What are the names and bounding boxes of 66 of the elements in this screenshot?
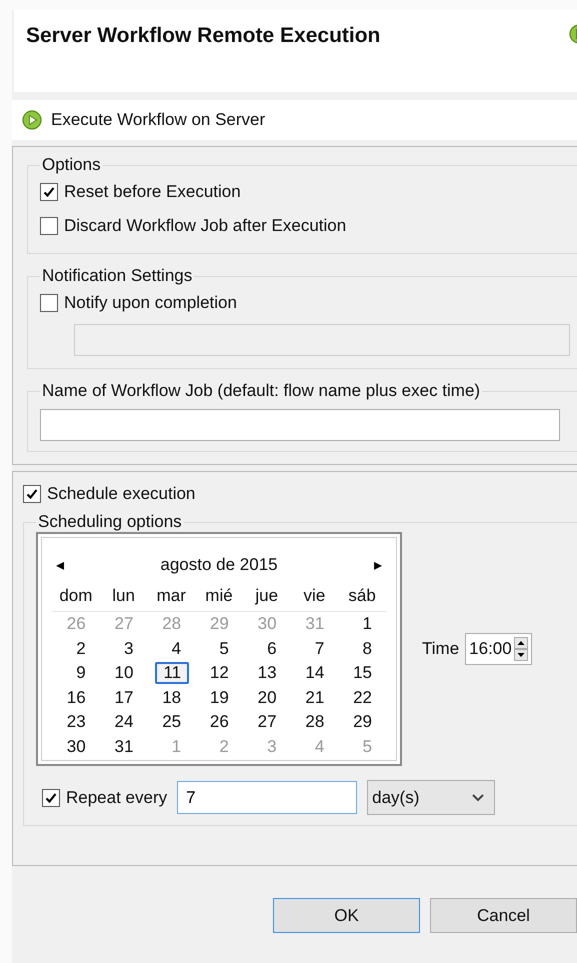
dialog-button[interactable]: Cancel [430,898,577,933]
calendar-day[interactable]: 14 [297,662,332,684]
calendar-day[interactable]: 28 [297,711,332,734]
calendar-day[interactable]: 13 [250,662,285,684]
calendar-day[interactable]: 4 [164,638,190,660]
calendar-day[interactable]: 11 [155,662,190,684]
checkbox[interactable] [42,788,60,806]
calendar-day[interactable]: 18 [154,686,190,709]
weekday-label: mié [204,586,234,607]
group-title: Options [41,155,102,175]
weekday-label: mar [156,586,187,607]
job-name-field[interactable] [40,409,560,441]
calendar-day[interactable]: 19 [202,686,237,709]
group-title: Name of Workflow Job (default: flow name plus exec time) [41,381,482,401]
calendar-day[interactable]: 3 [116,638,142,660]
weekday-label: sáb [347,586,377,607]
execute-link[interactable]: Execute Workflow on Server [22,110,266,130]
next-month-button[interactable]: ▸ [370,555,386,575]
checkbox-label: Schedule execution [47,484,196,504]
calendar-day[interactable]: 16 [58,686,94,709]
calendar-day[interactable]: 17 [106,686,142,709]
calendar-day[interactable]: 30 [58,736,94,758]
calendar-day[interactable]: 6 [259,638,285,660]
spinner-arrows-icon [514,637,528,661]
checkbox[interactable] [40,217,58,235]
previous-month-button[interactable]: ◂ [52,555,68,575]
weekday-label: vie [302,586,326,607]
checkbox-label: Reset before Execution [64,182,241,202]
calendar-day[interactable]: 26 [202,711,237,734]
repeat-interval-field[interactable]: 7 [177,781,358,814]
calendar-day[interactable]: 22 [345,686,380,709]
calendar-day[interactable]: 23 [58,711,94,734]
chevron-down-icon [472,794,484,802]
dialog-button[interactable]: OK [273,898,420,933]
calendar-day[interactable]: 5 [211,638,237,660]
calendar-day[interactable]: 21 [297,686,332,709]
unit-dropdown[interactable]: day(s) [367,780,496,815]
checkbox[interactable] [23,485,41,503]
calendar-day[interactable]: 10 [106,662,142,684]
time-spinner[interactable]: 16:00 [465,633,532,665]
group-title: Notification Settings [41,266,194,286]
calendar-day[interactable]: 12 [202,662,237,684]
weekday-label: dom [58,586,94,607]
dialog-title: Server Workflow Remote Execution [26,24,380,48]
calendar-day[interactable]: 24 [106,711,142,734]
calendar-day[interactable]: 1 [354,613,380,636]
calendar-day[interactable]: 20 [250,686,285,709]
calendar-day[interactable]: 2 [68,638,94,660]
calendar-day[interactable]: 25 [154,711,190,734]
calendar-day[interactable]: 15 [345,662,380,684]
group-title: Scheduling options [37,512,183,532]
checkbox[interactable] [40,183,58,201]
weekday-label: lun [111,586,136,607]
calendar-day[interactable]: 27 [250,711,285,734]
calendar-day[interactable]: 9 [68,662,94,684]
calendar-day[interactable]: 29 [345,711,380,734]
month-label: agosto de 2015 [160,555,278,575]
weekday-label: jue [254,586,280,607]
play-icon [22,110,42,130]
checkbox-label: Repeat every [66,788,168,808]
checkbox-label: Discard Workflow Job after Execution [64,216,346,236]
calendar-day[interactable]: 7 [306,638,332,660]
checkbox-label: Notify upon completion [64,293,237,313]
calendar-day[interactable]: 8 [354,638,380,660]
calendar-day[interactable]: 31 [106,736,142,758]
time-label: Time [422,639,460,659]
